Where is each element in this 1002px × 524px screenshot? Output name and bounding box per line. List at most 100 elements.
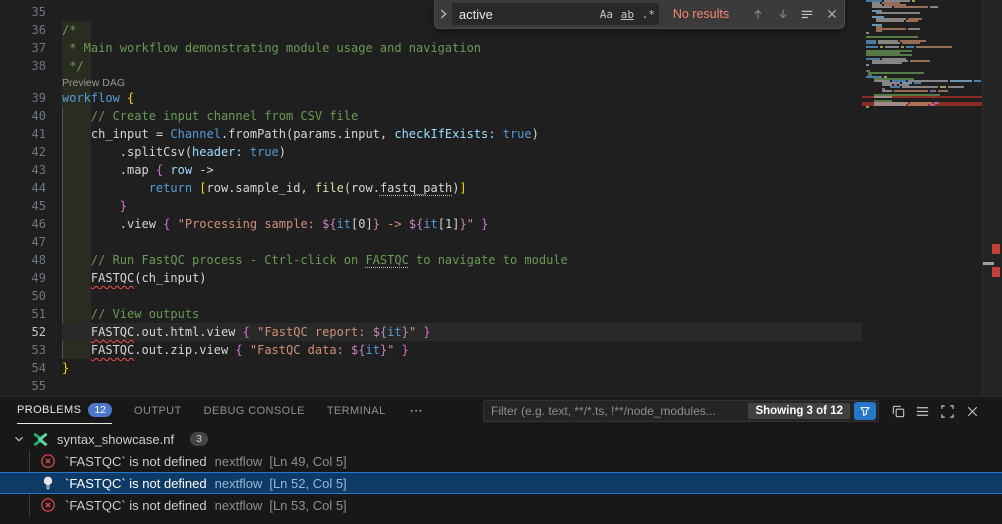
code-line-40[interactable]: 40 // Create input channel from CSV file — [0, 107, 862, 125]
code-editor[interactable]: 3536/*37 * Main workflow demonstrating m… — [0, 0, 1002, 396]
code-line-50[interactable]: 50 — [0, 287, 862, 305]
problems-count-badge: 12 — [88, 403, 112, 417]
code-text: FASTQC.out.zip.view { "FastQC data: ${it… — [62, 341, 409, 359]
code-line-53[interactable]: 53 FASTQC.out.zip.view { "FastQC data: $… — [0, 341, 862, 359]
line-number: 43 — [0, 161, 62, 179]
line-number: 55 — [0, 377, 62, 395]
code-text: */ — [62, 57, 84, 75]
line-number: 39 — [0, 89, 62, 107]
code-line-52[interactable]: 52 FASTQC.out.html.view { "FastQC report… — [0, 323, 862, 341]
code-line-43[interactable]: 43 .map { row -> — [0, 161, 862, 179]
code-line-45[interactable]: 45 } — [0, 197, 862, 215]
previous-match-icon[interactable] — [746, 7, 770, 21]
find-in-selection-icon[interactable] — [795, 7, 819, 21]
code-line-38[interactable]: 38 */ — [0, 57, 862, 75]
code-line-55[interactable]: 55 — [0, 377, 862, 395]
nextflow-file-icon — [32, 432, 49, 447]
code-line-37[interactable]: 37 * Main workflow demonstrating module … — [0, 39, 862, 57]
code-line-42[interactable]: 42 .splitCsv(header: true) — [0, 143, 862, 161]
find-results-status: No results — [673, 7, 746, 21]
code-line-54[interactable]: 54} — [0, 359, 862, 377]
file-problem-count-badge: 3 — [190, 432, 208, 446]
code-text: } — [62, 359, 69, 377]
code-text: .map { row -> — [62, 161, 214, 179]
line-number: 53 — [0, 341, 62, 359]
code-text: // Run FastQC process - Ctrl-click on FA… — [62, 251, 568, 269]
code-text: * Main workflow demonstrating module usa… — [62, 39, 481, 57]
minimap-row — [862, 80, 982, 82]
code-line-49[interactable]: 49 FASTQC(ch_input) — [0, 269, 862, 287]
line-number: 44 — [0, 179, 62, 197]
line-number: 49 — [0, 269, 62, 287]
tab-terminal[interactable]: TERMINAL — [327, 397, 386, 424]
code-line-44[interactable]: 44 return [row.sample_id, file(row.fastq… — [0, 179, 862, 197]
code-line-39[interactable]: 39workflow { — [0, 89, 862, 107]
close-panel-icon[interactable] — [963, 402, 981, 420]
whole-word-icon[interactable]: ab — [617, 8, 638, 21]
problems-file-row[interactable]: syntax_showcase.nf 3 — [0, 428, 1002, 450]
overview-ruler[interactable] — [982, 0, 1002, 396]
error-icon — [40, 453, 56, 469]
tab-problems[interactable]: PROBLEMS 12 — [17, 397, 112, 424]
line-number: 52 — [0, 323, 62, 341]
code-text: /* — [62, 21, 76, 39]
ruler-error-mark — [992, 267, 1000, 277]
maximize-panel-icon[interactable] — [938, 402, 956, 420]
line-number: 50 — [0, 287, 62, 305]
ruler-error-mark — [992, 244, 1000, 254]
more-tabs-icon[interactable]: ⋯ — [410, 403, 423, 419]
code-line-41[interactable]: 41 ch_input = Channel.fromPath(params.in… — [0, 125, 862, 143]
problem-row-selected[interactable]: `FASTQC` is not defined nextflow [Ln 52,… — [0, 472, 1002, 494]
code-text: return [row.sample_id, file(row.fastq_pa… — [62, 179, 467, 197]
line-number: 48 — [0, 251, 62, 269]
tab-output[interactable]: OUTPUT — [134, 397, 182, 424]
line-number: 37 — [0, 39, 62, 57]
minimap[interactable] — [862, 0, 982, 396]
filter-placeholder: Filter (e.g. text, **/*.ts, !**/node_mod… — [491, 404, 748, 418]
find-widget: active Aa ab .* No results — [434, 0, 845, 29]
line-number: 38 — [0, 57, 62, 75]
code-line-47[interactable]: 47 — [0, 233, 862, 251]
codelens-preview-dag[interactable]: Preview DAG — [62, 77, 125, 89]
regex-icon[interactable]: .* — [638, 8, 659, 21]
error-icon — [40, 497, 56, 513]
line-number: 35 — [0, 3, 62, 21]
close-find-icon[interactable] — [820, 7, 844, 21]
line-number: 47 — [0, 233, 62, 251]
codelens-row: Preview DAG — [0, 75, 862, 89]
find-input[interactable]: active Aa ab .* — [452, 3, 659, 25]
line-number: 54 — [0, 359, 62, 377]
code-lines: 3536/*37 * Main workflow demonstrating m… — [0, 3, 862, 395]
line-number: 36 — [0, 21, 62, 39]
problem-row[interactable]: `FASTQC` is not defined nextflow [Ln 53,… — [0, 494, 1002, 516]
code-text: workflow { — [62, 89, 134, 107]
tab-debug-console[interactable]: DEBUG CONSOLE — [204, 397, 305, 424]
problem-row[interactable]: `FASTQC` is not defined nextflow [Ln 49,… — [0, 450, 1002, 472]
match-case-icon[interactable]: Aa — [596, 8, 617, 21]
code-line-51[interactable]: 51 // View outputs — [0, 305, 862, 323]
code-line-48[interactable]: 48 // Run FastQC process - Ctrl-click on… — [0, 251, 862, 269]
find-query-text[interactable]: active — [452, 7, 596, 22]
showing-count-badge: Showing 3 of 12 — [748, 403, 850, 419]
code-text: FASTQC(ch_input) — [62, 269, 207, 287]
problems-tree: syntax_showcase.nf 3 `FASTQC` is not def… — [0, 424, 1002, 516]
line-number: 40 — [0, 107, 62, 125]
lightbulb-icon — [40, 475, 56, 491]
code-text: .view { "Processing sample: ${it[0]} -> … — [62, 215, 488, 233]
chevron-down-icon — [12, 432, 26, 446]
toggle-replace-chevron-icon[interactable] — [435, 0, 452, 28]
filter-funnel-icon[interactable] — [854, 402, 876, 420]
code-text: .splitCsv(header: true) — [62, 143, 286, 161]
minimap-row — [862, 108, 982, 110]
code-text: } — [62, 197, 127, 215]
code-text: ch_input = Channel.fromPath(params.input… — [62, 125, 539, 143]
panel-tab-bar: PROBLEMS 12 OUTPUT DEBUG CONSOLE TERMINA… — [0, 397, 1002, 424]
next-match-icon[interactable] — [771, 7, 795, 21]
line-number: 41 — [0, 125, 62, 143]
file-name: syntax_showcase.nf — [57, 432, 174, 447]
line-number: 45 — [0, 197, 62, 215]
problems-filter-input[interactable]: Filter (e.g. text, **/*.ts, !**/node_mod… — [483, 400, 879, 422]
view-as-table-icon[interactable] — [913, 402, 931, 420]
collapse-all-icon[interactable] — [889, 402, 907, 420]
code-line-46[interactable]: 46 .view { "Processing sample: ${it[0]} … — [0, 215, 862, 233]
